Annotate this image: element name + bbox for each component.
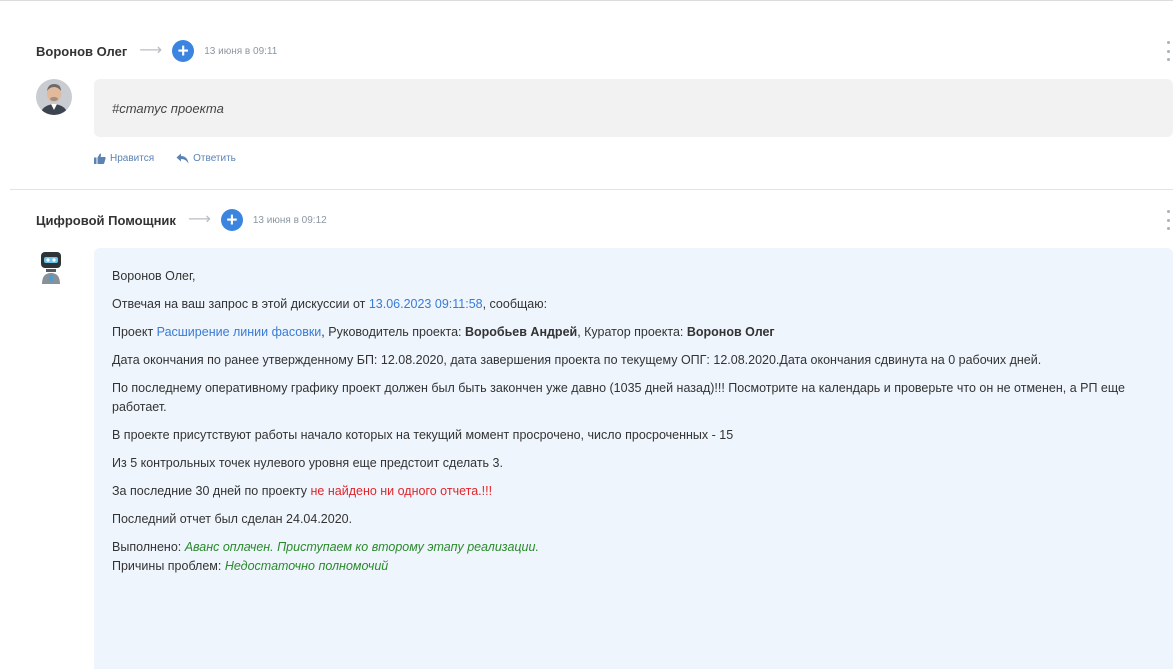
bot-avatar[interactable] [36,250,66,284]
post-time[interactable]: 13 июня в 09:11 [204,46,277,57]
thumbs-up-icon [94,153,106,164]
kebab-menu-icon[interactable] [1165,210,1171,230]
message-line: Отвечая на ваш запрос в этой дискуссии о… [112,297,548,311]
message-line: Дата окончания по ранее утвержденному БП… [112,353,1042,367]
date-link[interactable]: 13.06.2023 09:11:58 [369,297,483,311]
reply-button[interactable]: Ответить [176,153,236,164]
message-line: В проекте присутствуют работы начало кот… [112,428,734,442]
comment-post: Воронов Олег ⟶ + 13 июня в 09:11 #статус… [10,15,1173,187]
arrow-right-icon: ⟶ [187,211,211,228]
warning-text: не найдено ни одного отчета.!!! [310,484,493,498]
message-line: Из 5 контрольных точек нулевого уровня е… [112,456,503,470]
kebab-menu-icon[interactable] [1165,41,1171,61]
message-bubble: Воронов Олег, Отвечая на ваш запрос в эт… [94,248,1173,669]
done-line: Выполнено: Аванс оплачен. Приступаем ко … [112,540,539,554]
arrow-right-icon: ⟶ [139,42,163,59]
author-name[interactable]: Воронов Олег [36,44,127,59]
message-line: За последние 30 дней по проекту не найде… [112,484,493,498]
problems-value: Недостаточно полномочий [224,559,389,573]
plus-circle-icon[interactable]: + [220,209,243,231]
post-header: Воронов Олег ⟶ + 13 июня в 09:11 [36,37,277,65]
author-name[interactable]: Цифровой Помощник [36,213,176,228]
post-header: Цифровой Помощник ⟶ + 13 июня в 09:12 [36,206,327,234]
problems-line: Причины проблем: Недостаточно полномочий [112,559,389,573]
warning-line: По последнему оперативному графику проек… [112,381,1125,414]
discussion-feed: Воронов Олег ⟶ + 13 июня в 09:11 #статус… [0,0,1173,669]
done-value: Аванс оплачен. Приступаем ко второму эта… [184,540,539,554]
message-line: Воронов Олег, [112,269,196,283]
comment-post: Цифровой Помощник ⟶ + 13 июня в 09:12 Во… [10,189,1173,669]
reply-label: Ответить [193,153,236,164]
message-bubble: #статус проекта [94,79,1173,137]
plus-circle-icon[interactable]: + [172,40,195,62]
message-text: #статус проекта [112,101,224,116]
like-button[interactable]: Нравится [94,153,154,164]
project-manager: Воробьев Андрей [464,325,578,339]
like-label: Нравится [110,153,155,164]
post-time[interactable]: 13 июня в 09:12 [253,215,327,226]
project-curator: Воронов Олег [686,325,775,339]
project-link[interactable]: Расширение линии фасовки [157,325,322,339]
message-line: Проект Расширение линии фасовки, Руковод… [112,325,775,339]
post-actions: Нравится Ответить [94,153,258,164]
message-line: Последний отчет был сделан 24.04.2020. [112,512,353,526]
avatar[interactable] [36,79,72,115]
reply-icon [176,153,189,164]
